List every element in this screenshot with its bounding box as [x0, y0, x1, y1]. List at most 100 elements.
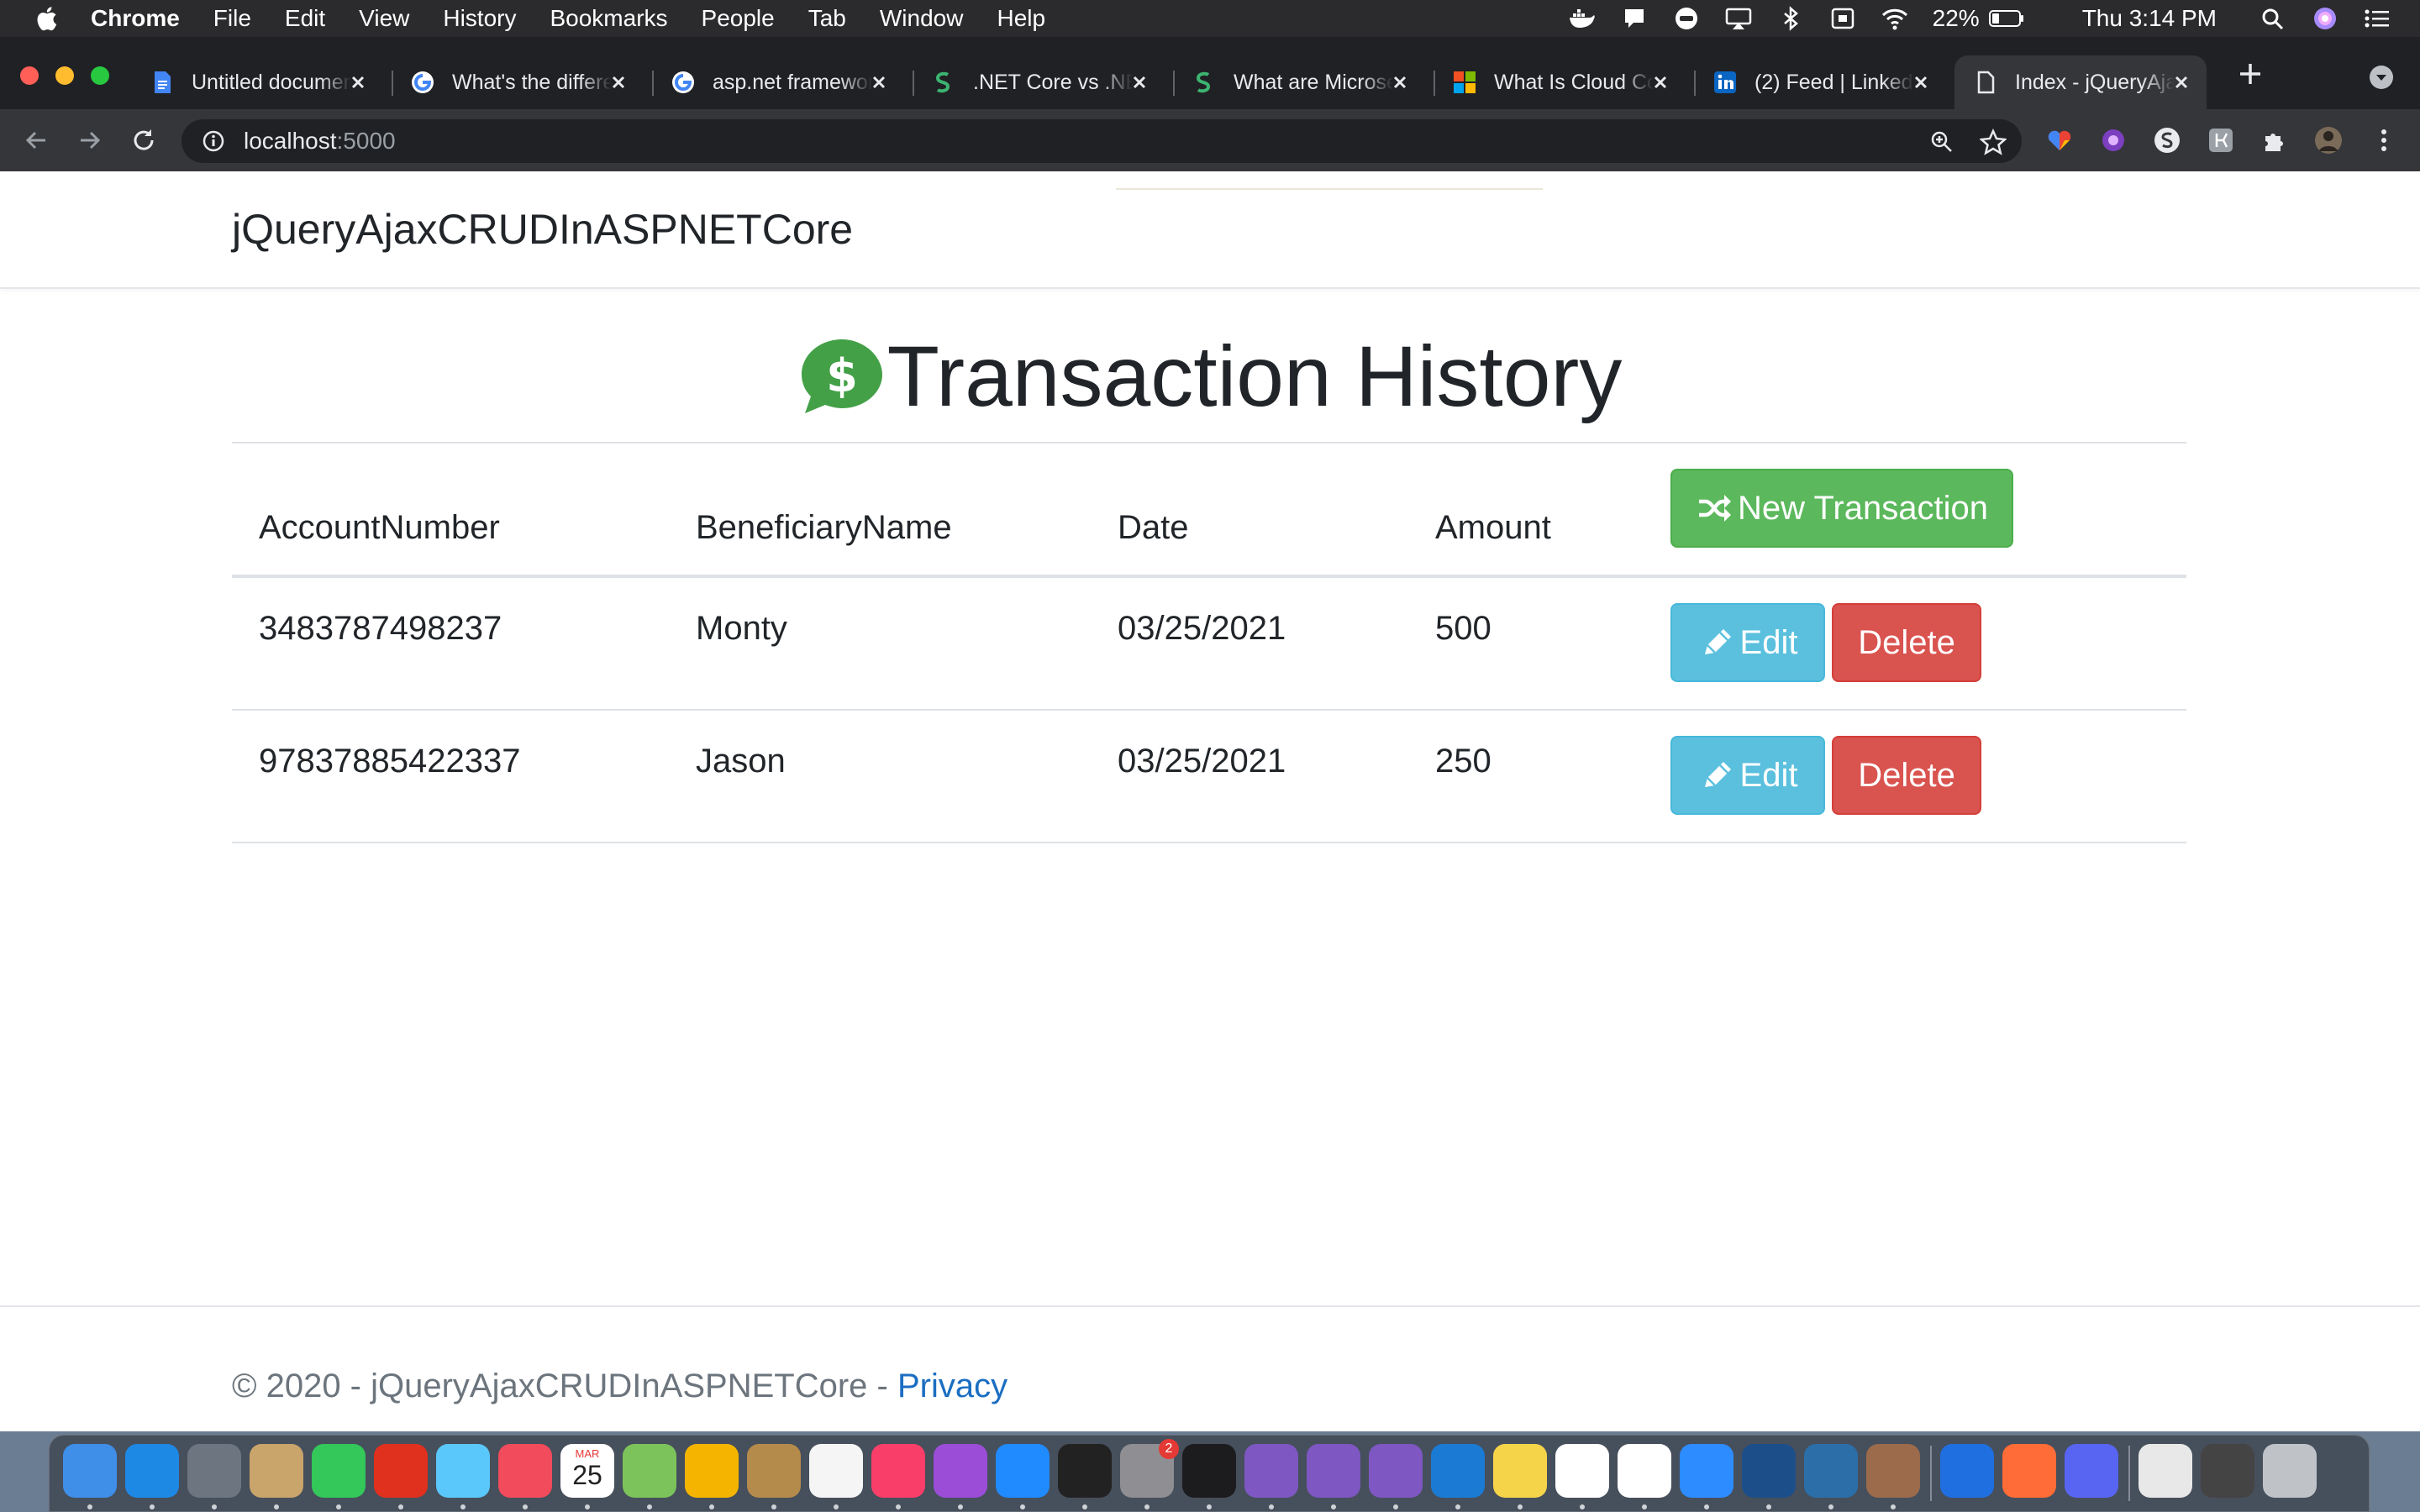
- menu-view[interactable]: View: [359, 5, 409, 32]
- tab-index-jqueryajax[interactable]: Index - jQueryAjax: [1954, 55, 2207, 109]
- tab-net-core-vs-net[interactable]: .NET Core vs .NET: [913, 55, 1165, 109]
- tab-untitled-document[interactable]: Untitled document: [131, 55, 383, 109]
- menu-edit[interactable]: Edit: [285, 5, 325, 32]
- airplay-icon[interactable]: [1724, 6, 1753, 31]
- opera-icon[interactable]: [374, 1444, 428, 1498]
- edit-button[interactable]: Edit: [1670, 603, 1825, 682]
- menu-window[interactable]: Window: [880, 5, 964, 32]
- bluetooth-icon[interactable]: [1776, 6, 1805, 31]
- postman-icon[interactable]: [2002, 1444, 2056, 1498]
- menu-tab[interactable]: Tab: [808, 5, 846, 32]
- facetime-icon[interactable]: [312, 1444, 366, 1498]
- reload-icon[interactable]: [129, 126, 158, 155]
- privacy-link[interactable]: Privacy: [897, 1368, 1007, 1404]
- back-icon[interactable]: [22, 126, 50, 155]
- new-transaction-button[interactable]: New Transaction: [1670, 469, 2013, 548]
- messages-icon[interactable]: [1672, 6, 1701, 31]
- docker-icon[interactable]: [1568, 6, 1597, 31]
- news-icon[interactable]: [498, 1444, 552, 1498]
- menu-help[interactable]: Help: [997, 5, 1045, 32]
- siri-icon[interactable]: [2311, 6, 2339, 31]
- photos-icon[interactable]: [685, 1444, 739, 1498]
- forward-icon[interactable]: [76, 126, 104, 155]
- close-tab-icon[interactable]: [1128, 71, 1151, 94]
- visual-studio-icon[interactable]: [1244, 1444, 1298, 1498]
- app-store-icon[interactable]: [996, 1444, 1050, 1498]
- vscode-icon[interactable]: [1431, 1444, 1485, 1498]
- apple-icon[interactable]: [35, 6, 57, 31]
- bookmark-star-icon[interactable]: [1980, 129, 2007, 155]
- navbar-brand[interactable]: jQueryAjaxCRUDInASPNETCore: [232, 205, 853, 254]
- window-minimize-button[interactable]: [55, 66, 74, 85]
- close-tab-icon[interactable]: [2170, 71, 2193, 94]
- visual-studio-icon[interactable]: [1369, 1444, 1423, 1498]
- trash-icon[interactable]: [2263, 1444, 2317, 1498]
- close-tab-icon[interactable]: [607, 71, 630, 94]
- music-icon[interactable]: [871, 1444, 925, 1498]
- zoom-icon[interactable]: [1680, 1444, 1733, 1498]
- maps-icon[interactable]: [623, 1444, 676, 1498]
- tab-aspnet-framework[interactable]: asp.net framework: [652, 55, 904, 109]
- terminal-icon[interactable]: [1182, 1444, 1236, 1498]
- menu-clock[interactable]: Thu 3:14 PM: [2082, 5, 2217, 32]
- extension-purple-icon[interactable]: [2099, 126, 2128, 155]
- menu-file[interactable]: File: [213, 5, 251, 32]
- piano-icon[interactable]: [1058, 1444, 1112, 1498]
- chrome-icon[interactable]: [1618, 1444, 1671, 1498]
- discord-icon[interactable]: [2065, 1444, 2118, 1498]
- finder-icon[interactable]: [63, 1444, 117, 1498]
- delete-button[interactable]: Delete: [1832, 736, 1981, 815]
- battery-icon[interactable]: [1988, 6, 2025, 31]
- document-icon[interactable]: [2139, 1444, 2192, 1498]
- tab-linkedin-feed[interactable]: (2) Feed | LinkedIn: [1694, 55, 1946, 109]
- zoom-icon[interactable]: [1929, 129, 1954, 155]
- keyboard-icon[interactable]: [1828, 6, 1857, 31]
- close-tab-icon[interactable]: [867, 71, 891, 94]
- site-info-icon[interactable]: [202, 129, 225, 153]
- notification-icon[interactable]: [1620, 6, 1649, 31]
- close-tab-icon[interactable]: [1388, 71, 1412, 94]
- notes-icon[interactable]: [1493, 1444, 1547, 1498]
- window-close-button[interactable]: [20, 66, 39, 85]
- screen-recorder-icon[interactable]: [1866, 1444, 1920, 1498]
- tab-search-icon[interactable]: [2368, 64, 2395, 91]
- extension-heart-icon[interactable]: [2045, 126, 2074, 155]
- mail-icon[interactable]: [250, 1444, 303, 1498]
- menu-people[interactable]: People: [702, 5, 775, 32]
- desktop-icon[interactable]: [2201, 1444, 2254, 1498]
- wifi-icon[interactable]: [1881, 6, 1909, 31]
- extensions-puzzle-icon[interactable]: [2260, 126, 2289, 155]
- chrome-menu-icon[interactable]: [2370, 126, 2398, 155]
- window-zoom-button[interactable]: [91, 66, 109, 85]
- contacts-icon[interactable]: [747, 1444, 801, 1498]
- extension-grey-icon[interactable]: [2207, 126, 2235, 155]
- calendar-icon[interactable]: MAR 25: [560, 1444, 614, 1498]
- launchpad-icon[interactable]: [187, 1444, 241, 1498]
- virtualbox-icon[interactable]: [1742, 1444, 1796, 1498]
- address-bar[interactable]: localhost:5000: [182, 119, 2022, 163]
- control-icon[interactable]: [2363, 6, 2391, 31]
- bluetooth-icon[interactable]: [1940, 1444, 1994, 1498]
- menu-chrome[interactable]: Chrome: [91, 5, 180, 32]
- tab-whats-the-difference[interactable]: What's the difference: [392, 55, 644, 109]
- close-tab-icon[interactable]: [1649, 71, 1672, 94]
- close-tab-icon[interactable]: [1909, 71, 1933, 94]
- messages-icon[interactable]: [436, 1444, 490, 1498]
- system-preferences-icon[interactable]: 2: [1120, 1439, 1179, 1498]
- slack-icon[interactable]: [1555, 1444, 1609, 1498]
- tab-what-is-cloud-computing[interactable]: What Is Cloud Computing: [1434, 55, 1686, 109]
- mysql-workbench-icon[interactable]: [1804, 1444, 1858, 1498]
- profile-avatar[interactable]: [2314, 126, 2343, 155]
- edit-button[interactable]: Edit: [1670, 736, 1825, 815]
- tab-what-are-microservices[interactable]: What are Microservices: [1173, 55, 1425, 109]
- menu-history[interactable]: History: [443, 5, 516, 32]
- safari-icon[interactable]: [125, 1444, 179, 1498]
- podcasts-icon[interactable]: [934, 1444, 987, 1498]
- spotlight-icon[interactable]: [2259, 6, 2287, 31]
- close-tab-icon[interactable]: [346, 71, 370, 94]
- reminders-icon[interactable]: [809, 1444, 863, 1498]
- menu-bookmarks[interactable]: Bookmarks: [550, 5, 667, 32]
- delete-button[interactable]: Delete: [1832, 603, 1981, 682]
- extension-s-icon[interactable]: [2153, 126, 2181, 155]
- url-text[interactable]: localhost:5000: [244, 128, 396, 155]
